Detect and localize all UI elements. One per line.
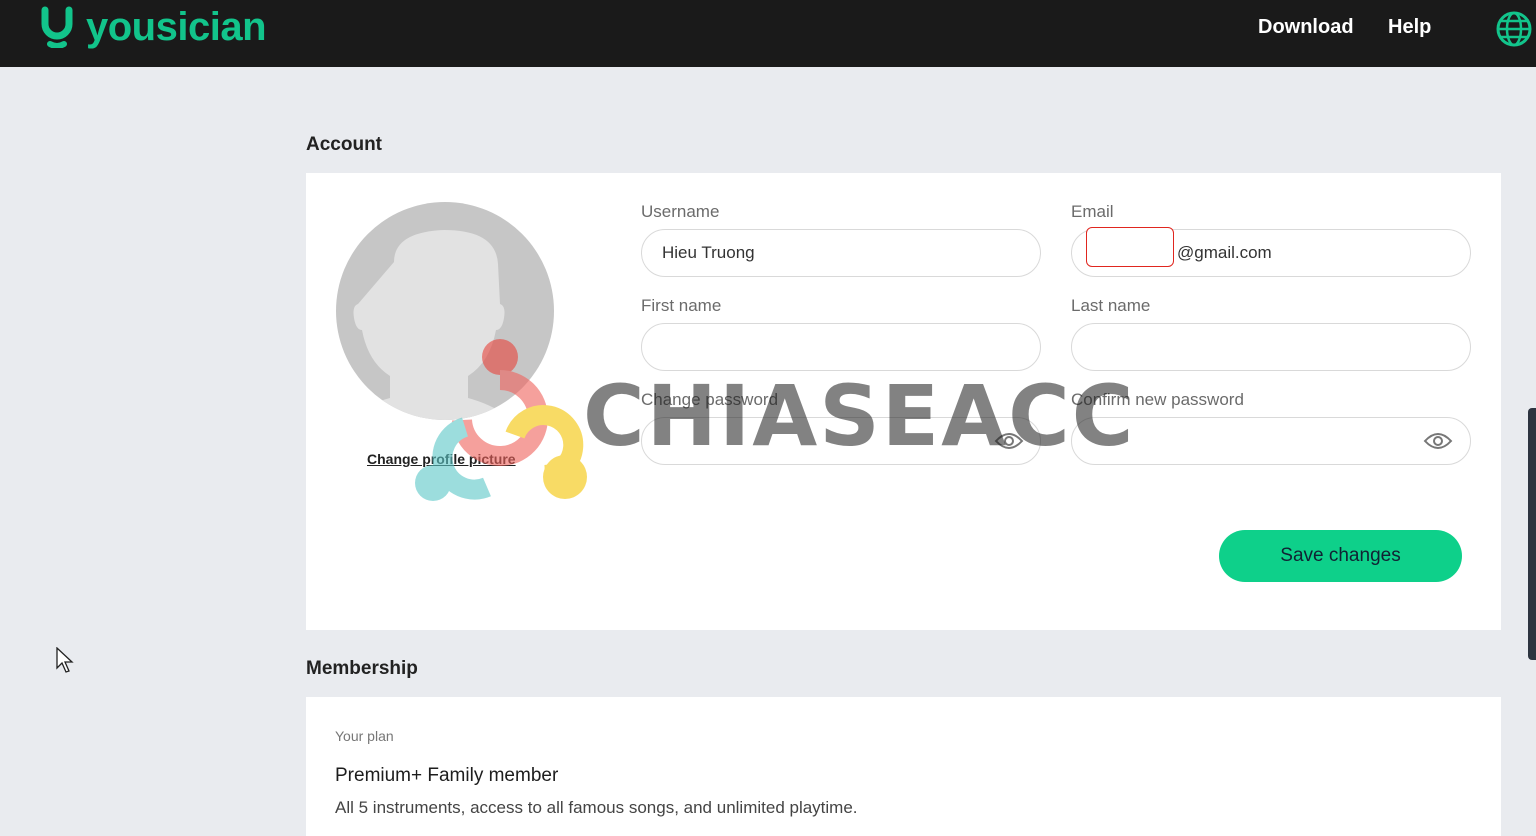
membership-section-title: Membership <box>306 658 418 679</box>
first-name-label: First name <box>641 296 722 315</box>
mouse-cursor-icon <box>56 647 74 673</box>
confirm-password-label: Confirm new password <box>1071 390 1244 409</box>
yousician-logo[interactable]: yousician <box>40 5 267 49</box>
side-panel-tab[interactable] <box>1528 408 1536 660</box>
plan-name: Premium+ Family member <box>335 765 559 786</box>
change-password-field[interactable] <box>641 417 1041 465</box>
change-password-label: Change password <box>641 390 779 409</box>
globe-icon[interactable] <box>1495 10 1533 48</box>
redaction-box <box>1086 227 1174 267</box>
save-changes-button[interactable]: Save changes <box>1219 530 1462 582</box>
eye-icon[interactable] <box>1423 431 1453 451</box>
last-name-label: Last name <box>1071 296 1151 315</box>
eye-icon[interactable] <box>994 431 1024 451</box>
change-profile-picture-link[interactable]: Change profile picture <box>367 451 516 467</box>
nav-download-link[interactable]: Download <box>1258 16 1354 39</box>
account-section-title: Account <box>306 134 382 155</box>
email-label: Email <box>1071 202 1114 221</box>
yousician-logo-icon <box>41 6 73 48</box>
nav-help-link[interactable]: Help <box>1388 16 1431 39</box>
plan-description: All 5 instruments, access to all famous … <box>335 798 858 817</box>
last-name-field[interactable] <box>1071 323 1471 371</box>
brand-name: yousician <box>86 5 267 49</box>
profile-avatar[interactable] <box>336 202 554 420</box>
membership-card: Your plan Premium+ Family member All 5 i… <box>306 697 1501 836</box>
confirm-password-field[interactable] <box>1071 417 1471 465</box>
default-person-icon <box>344 230 514 420</box>
first-name-field[interactable] <box>641 323 1041 371</box>
plan-label: Your plan <box>335 728 394 744</box>
top-navigation-bar: yousician Download Help <box>0 0 1536 67</box>
username-label: Username <box>641 202 720 221</box>
username-field[interactable] <box>641 229 1041 277</box>
account-card: Change profile picture Username Email Fi… <box>306 173 1501 630</box>
